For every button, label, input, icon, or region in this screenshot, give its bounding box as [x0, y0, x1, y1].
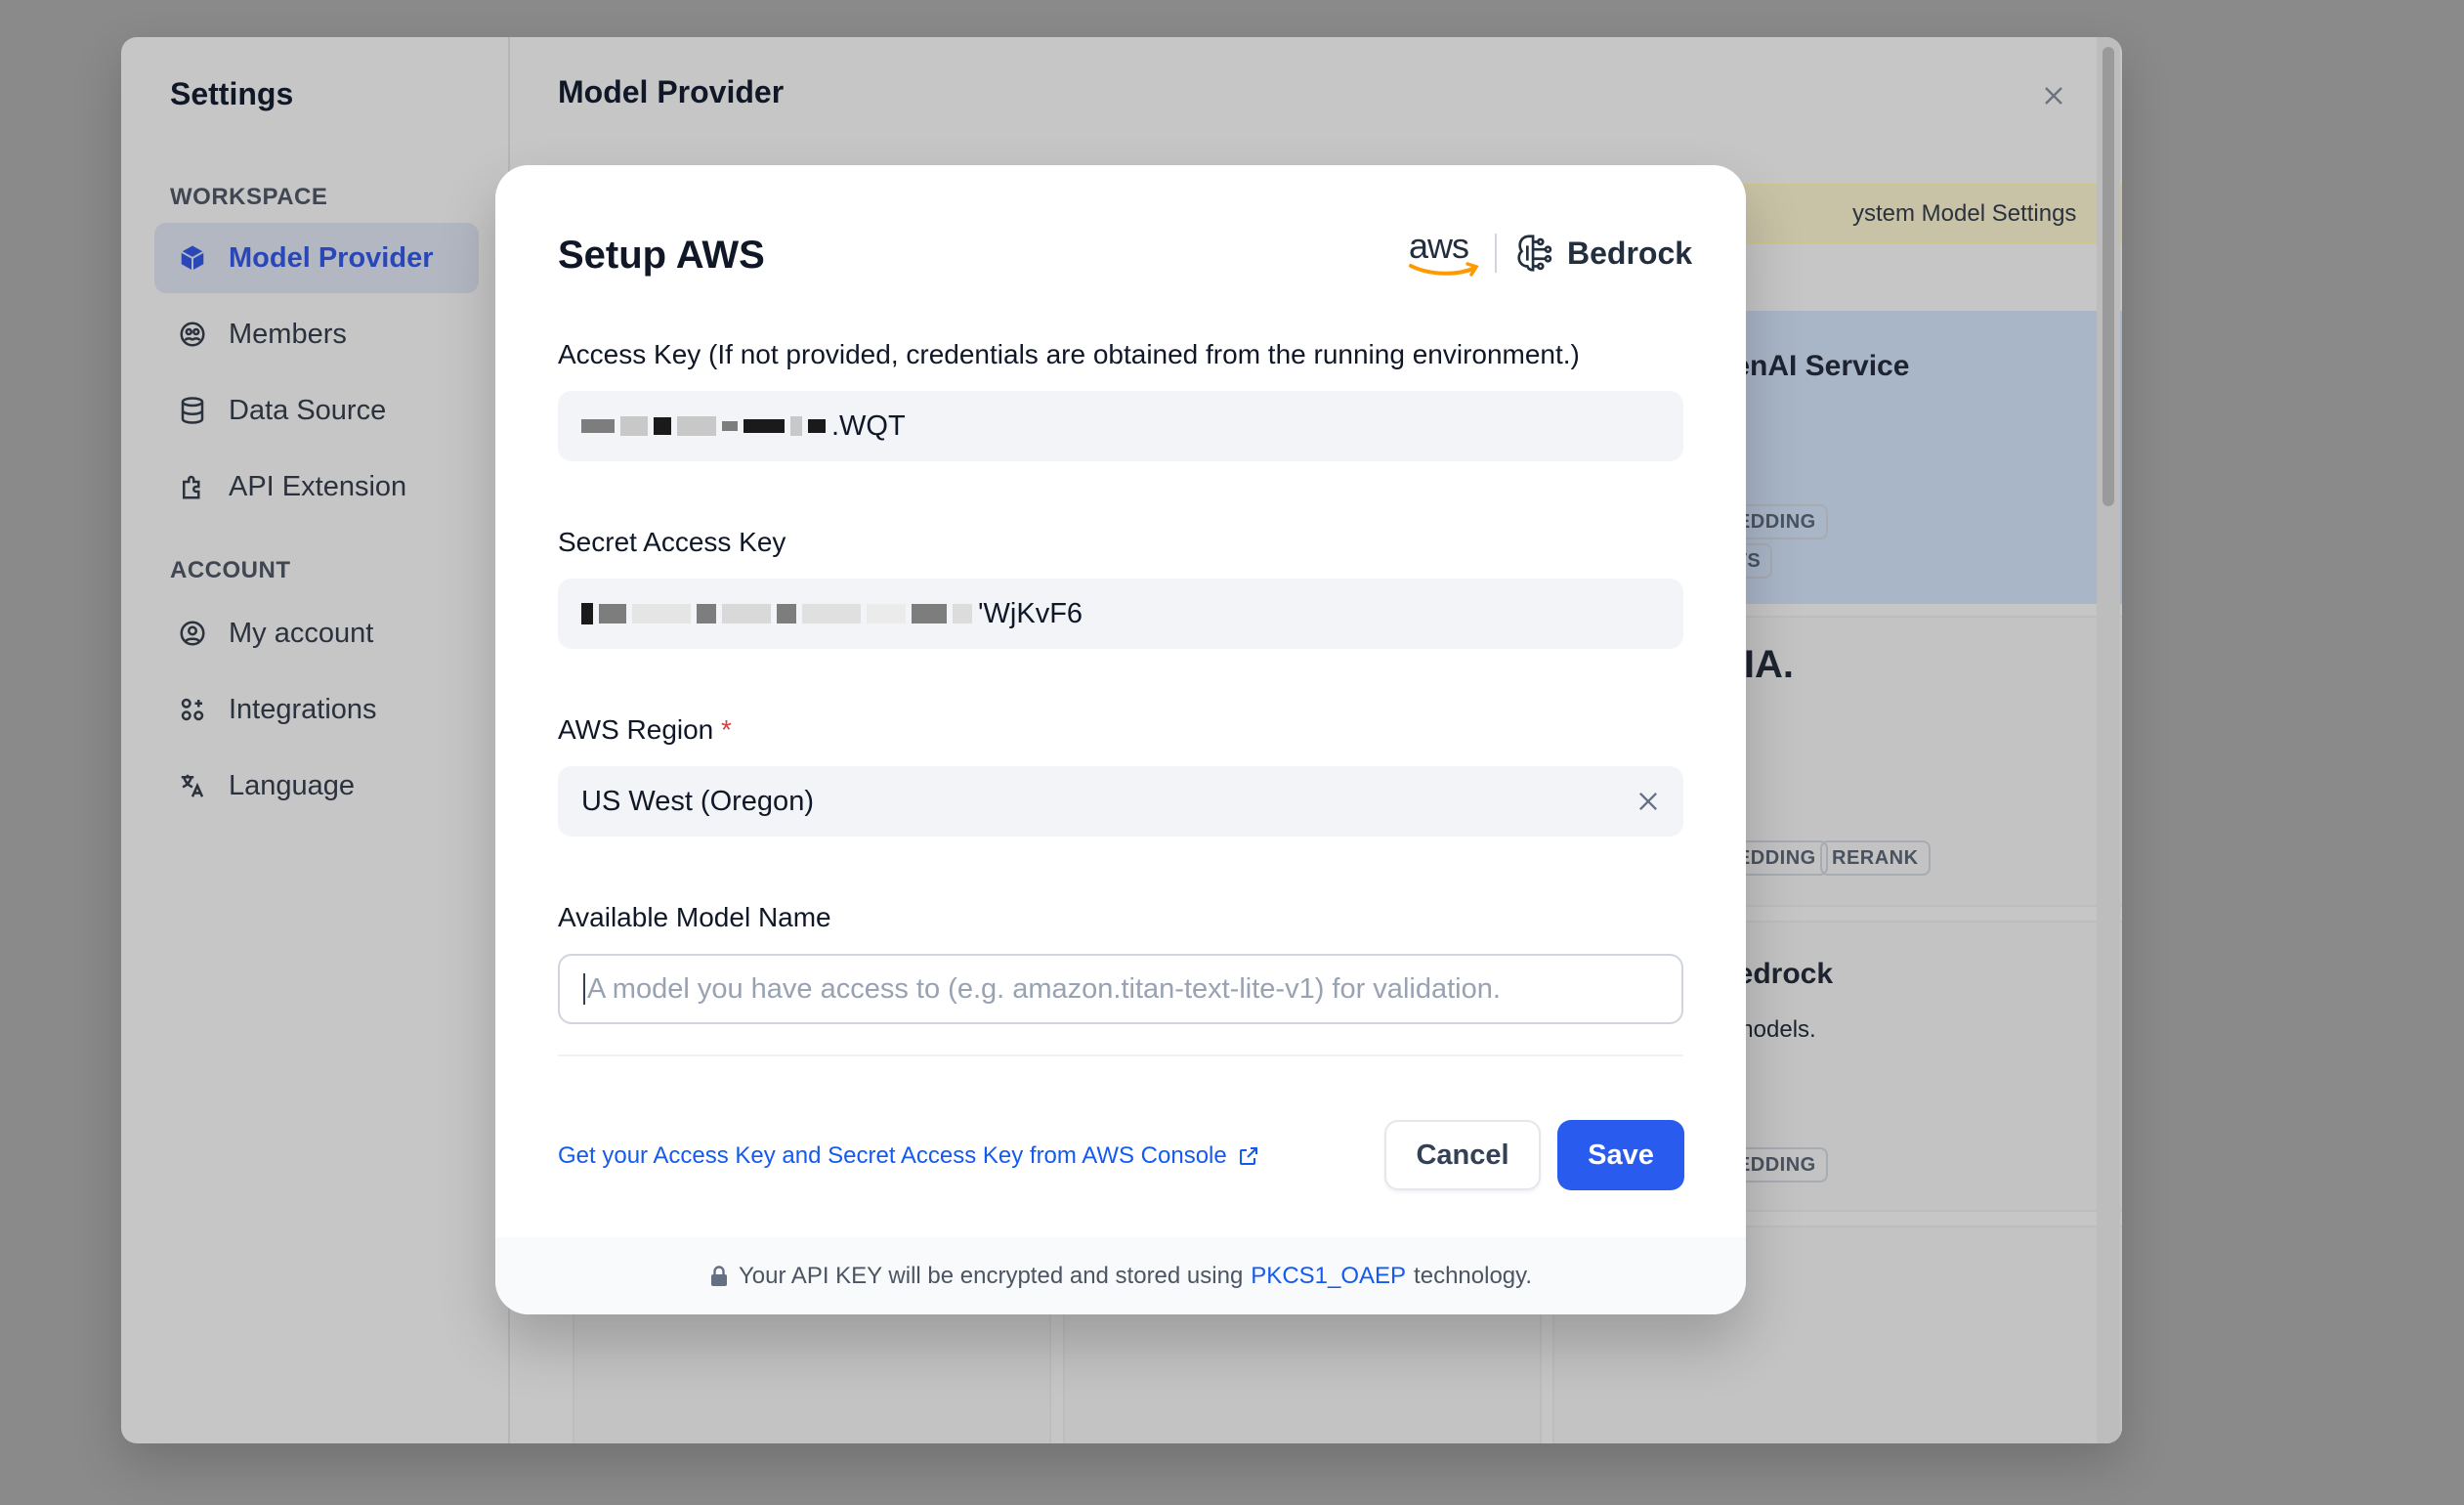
- grid-icon: [178, 695, 207, 724]
- cube-icon: [178, 243, 207, 273]
- clear-icon[interactable]: [1635, 788, 1662, 815]
- access-key-label: Access Key (If not provided, credentials…: [558, 339, 1580, 369]
- translate-icon: [178, 771, 207, 800]
- account-section-label: ACCOUNT: [170, 557, 291, 583]
- footer-text: Your API KEY will be encrypted and store…: [738, 1262, 1244, 1289]
- lock-icon: [710, 1265, 727, 1286]
- logo-divider: [1495, 234, 1497, 273]
- region-value: US West (Oregon): [581, 785, 814, 817]
- required-mark: *: [721, 714, 732, 745]
- database-icon: [178, 396, 207, 425]
- region-label-text: AWS Region: [558, 714, 714, 745]
- sidebar-item-data-source[interactable]: Data Source: [154, 375, 479, 446]
- scroll-thumb[interactable]: [2103, 47, 2114, 506]
- user-circle-icon: [178, 619, 207, 648]
- scrollbar[interactable]: [2097, 37, 2120, 1443]
- aws-logo-text: aws: [1409, 226, 1469, 266]
- masked-value: [581, 603, 593, 624]
- sidebar-item-label: Model Provider: [229, 241, 434, 274]
- masked-value: [632, 604, 691, 624]
- access-key-field[interactable]: .WQT: [558, 391, 1683, 461]
- puzzle-icon: [178, 472, 207, 501]
- aws-console-link-text: Get your Access Key and Secret Access Ke…: [558, 1142, 1227, 1169]
- pkcs-link[interactable]: PKCS1_OAEP: [1251, 1263, 1406, 1290]
- sidebar-item-model-provider[interactable]: Model Provider: [154, 223, 479, 293]
- masked-value: [722, 421, 738, 431]
- sidebar-item-language[interactable]: Language: [154, 751, 479, 821]
- sidebar-item-label: Members: [229, 318, 347, 350]
- secret-key-value: 'WjKvF6: [978, 597, 1083, 629]
- provider-logos: aws Bedrock: [1409, 229, 1692, 278]
- sidebar-item-label: API Extension: [229, 470, 407, 502]
- cancel-button[interactable]: Cancel: [1384, 1120, 1541, 1190]
- secret-key-label: Secret Access Key: [558, 527, 786, 557]
- sidebar-item-label: My account: [229, 617, 374, 649]
- modal-title: Setup AWS: [558, 234, 765, 277]
- tag-rerank: RERANK: [1820, 840, 1931, 876]
- text-cursor: [583, 973, 585, 1005]
- workspace-section-label: WORKSPACE: [170, 184, 328, 210]
- aws-console-link[interactable]: Get your Access Key and Secret Access Ke…: [558, 1142, 1260, 1170]
- secret-key-field[interactable]: 'WjKvF6: [558, 579, 1683, 649]
- sidebar-item-api-extension[interactable]: API Extension: [154, 452, 479, 522]
- masked-value: [599, 604, 626, 624]
- page-title: Model Provider: [558, 74, 785, 109]
- masked-value: [777, 604, 796, 624]
- masked-value: [867, 604, 906, 624]
- masked-value: [581, 419, 615, 433]
- masked-value: [743, 419, 785, 433]
- close-icon[interactable]: [2036, 78, 2071, 113]
- masked-value: [808, 419, 826, 433]
- aws-logo: aws: [1409, 229, 1479, 278]
- region-label: AWS Region *: [558, 714, 732, 746]
- bedrock-logo-text: Bedrock: [1567, 235, 1693, 271]
- divider: [558, 1054, 1683, 1056]
- system-model-settings-label: ystem Model Settings: [1852, 200, 2077, 227]
- masked-value: [677, 416, 716, 436]
- masked-value: [912, 604, 947, 624]
- footer-text-end: technology.: [1414, 1262, 1533, 1289]
- sidebar-item-label: Language: [229, 769, 356, 801]
- sidebar-item-label: Integrations: [229, 693, 377, 725]
- model-name-input[interactable]: A model you have access to (e.g. amazon.…: [558, 954, 1683, 1024]
- settings-sidebar: Settings WORKSPACE Model Provider Member…: [121, 37, 510, 1443]
- masked-value: [802, 604, 861, 624]
- masked-value: [620, 416, 648, 436]
- masked-value: [790, 416, 802, 436]
- setup-aws-modal: Setup AWS aws Bedrock Access Key (If not…: [495, 165, 1746, 1314]
- system-model-settings-button[interactable]: ystem Model Settings: [1714, 184, 2122, 244]
- bedrock-icon: [1517, 235, 1552, 272]
- masked-value: [654, 417, 671, 435]
- sidebar-item-my-account[interactable]: My account: [154, 598, 479, 668]
- members-icon: [178, 320, 207, 349]
- settings-title: Settings: [170, 76, 294, 111]
- sidebar-item-members[interactable]: Members: [154, 299, 479, 369]
- access-key-value: .WQT: [831, 409, 906, 442]
- masked-value: [953, 604, 972, 624]
- encryption-notice: Your API KEY will be encrypted and store…: [495, 1237, 1746, 1314]
- model-name-label: Available Model Name: [558, 902, 831, 932]
- model-name-placeholder: A model you have access to (e.g. amazon.…: [587, 972, 1501, 1005]
- save-button[interactable]: Save: [1557, 1120, 1684, 1190]
- masked-value: [722, 604, 771, 624]
- sidebar-item-label: Data Source: [229, 394, 387, 426]
- sidebar-item-integrations[interactable]: Integrations: [154, 674, 479, 745]
- region-select[interactable]: US West (Oregon): [558, 766, 1683, 837]
- external-link-icon: [1239, 1147, 1257, 1165]
- masked-value: [697, 604, 716, 624]
